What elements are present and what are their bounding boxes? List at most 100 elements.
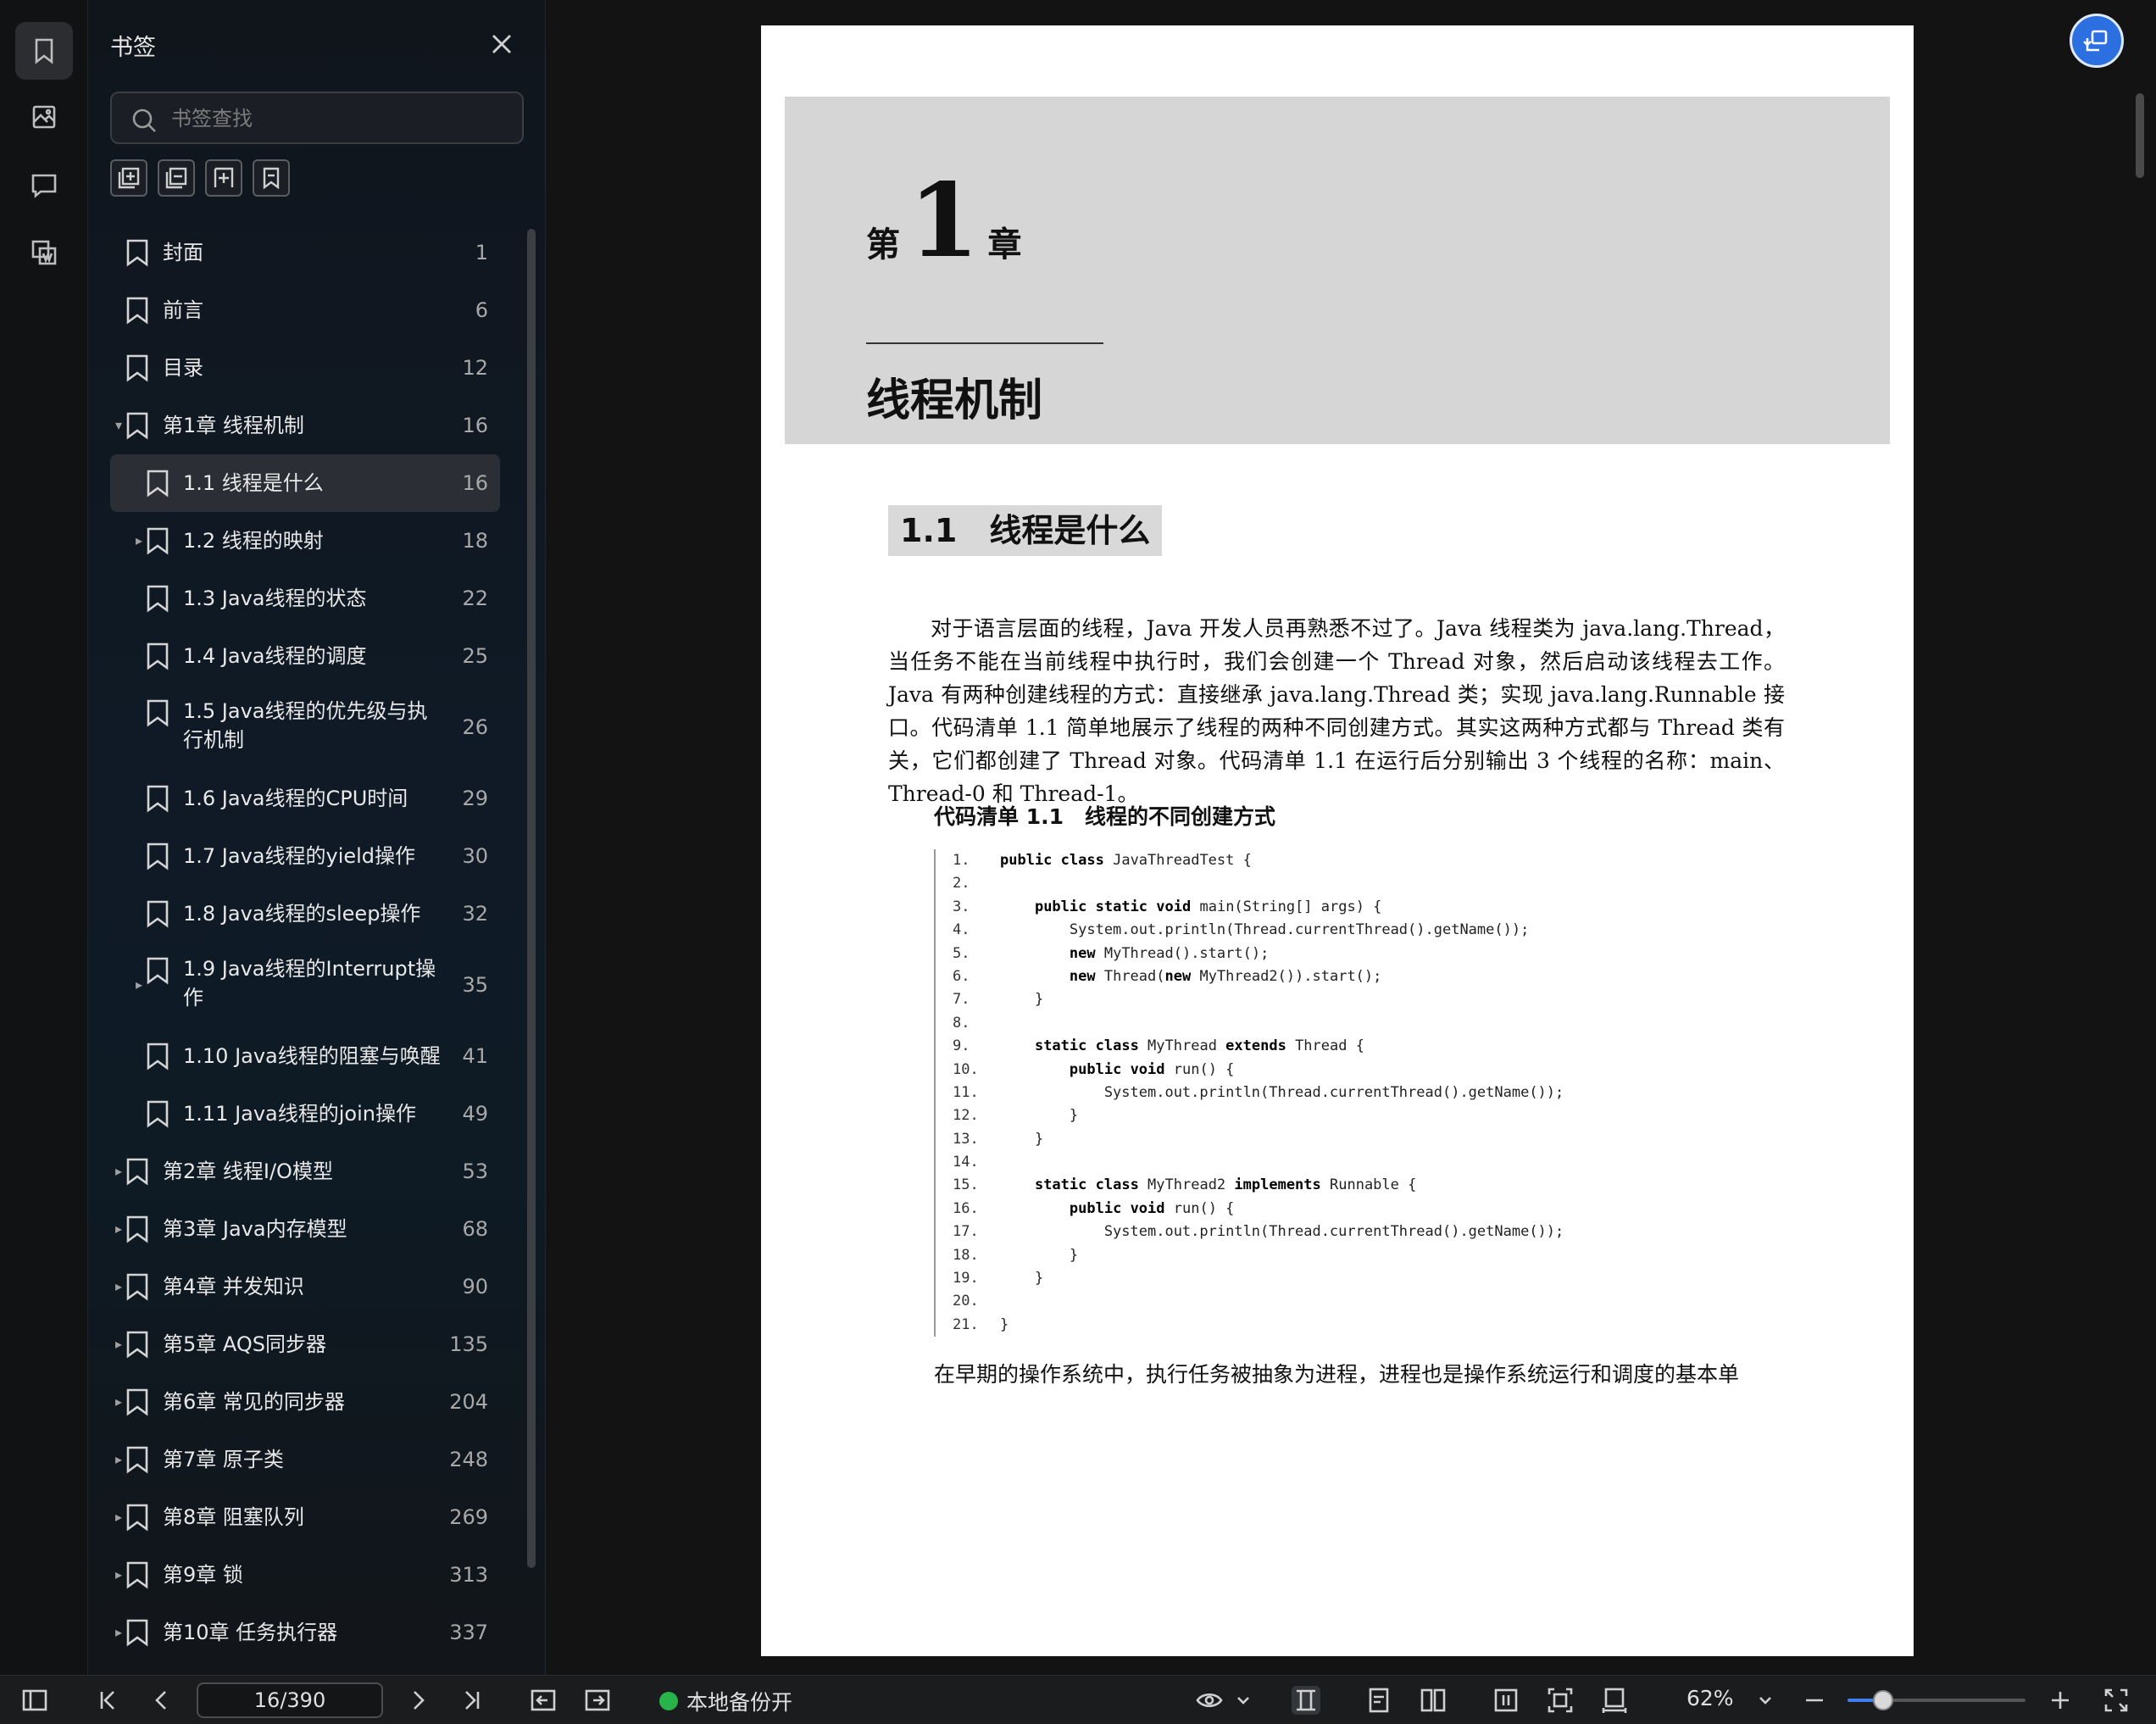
bookmark-label: 1.6 Java线程的CPU时间 [183, 787, 408, 810]
local-backup-status[interactable]: 本地备份开 [659, 1686, 792, 1716]
back-button[interactable] [529, 1686, 558, 1715]
zoom-out-button[interactable] [1800, 1686, 1829, 1715]
caret-right-icon[interactable]: ▸ [112, 1453, 125, 1466]
code-line-number: 10. [953, 1060, 979, 1078]
bookmark-item[interactable]: ▸ 第9章 锁 313 [110, 1546, 500, 1604]
bookmark-item[interactable]: 1.8 Java线程的sleep操作 32 [110, 885, 500, 943]
bookmark-item[interactable]: ▸ 1.9 Java线程的Interrupt操作 35 [110, 943, 500, 1027]
fit-width-button[interactable] [1600, 1686, 1629, 1715]
bookmark-item[interactable]: ▸ 第10章 任务执行器 337 [110, 1604, 500, 1661]
bookmark-settings-button[interactable] [253, 159, 290, 197]
bookmark-label: 第6章 常见的同步器 [163, 1390, 345, 1414]
last-page-button[interactable] [458, 1686, 486, 1715]
caret-right-icon[interactable]: ▸ [132, 534, 146, 548]
caret-right-icon[interactable]: ▸ [112, 1626, 125, 1639]
single-page-button[interactable] [1364, 1686, 1393, 1715]
code-line-number: 1. [953, 852, 970, 869]
caret-right-icon[interactable]: ▸ [112, 1395, 125, 1409]
bookmark-item[interactable]: 1.7 Java线程的yield操作 30 [110, 827, 500, 885]
fullscreen-button[interactable] [2102, 1686, 2131, 1715]
fit-height-button[interactable] [1292, 1686, 1320, 1715]
caret-right-icon[interactable]: ▸ [112, 1568, 125, 1582]
bookmark-label: 1.1 线程是什么 [183, 471, 324, 495]
bookmark-label: 第7章 原子类 [163, 1448, 284, 1471]
close-panel-button[interactable] [488, 31, 515, 58]
bookmark-item[interactable]: 目录 12 [110, 339, 500, 397]
caret-right-icon[interactable]: ▸ [112, 1337, 125, 1351]
search-icon [132, 108, 156, 132]
caret-right-icon[interactable]: ▸ [112, 1280, 125, 1293]
bookmark-item[interactable]: 前言 6 [110, 281, 500, 339]
bookmark-item[interactable]: ▸ 第5章 AQS同步器 135 [110, 1315, 500, 1373]
book-mode-button[interactable] [1492, 1686, 1520, 1715]
bookmark-item[interactable]: ▸ 第2章 线程I/O模型 53 [110, 1143, 500, 1200]
zoom-in-button[interactable] [2046, 1686, 2075, 1715]
bookmark-search-input[interactable] [171, 100, 510, 137]
bookmark-icon [125, 1560, 149, 1589]
bookmark-page-number: 6 [475, 298, 488, 322]
code-line-text: public class JavaThreadTest { [1000, 852, 1252, 869]
thumbnail-panel-button[interactable] [15, 88, 73, 146]
bookmark-item[interactable]: ▾ 第1章 线程机制 16 [110, 397, 500, 454]
bookmark-item[interactable]: ▸ 第6章 常见的同步器 204 [110, 1373, 500, 1431]
bookmark-item[interactable]: 1.11 Java线程的join操作 49 [110, 1085, 500, 1143]
bookmark-item[interactable]: 封面 1 [110, 224, 500, 281]
bookmark-item[interactable]: ▸ 第8章 阻塞队列 269 [110, 1488, 500, 1546]
document-view[interactable]: 第1 章 线程机制 1.1 线程是什么 对于语言层面的线程，Java 开发人员再熟… [546, 0, 2156, 1675]
code-line: 18. } [953, 1244, 1781, 1267]
caret-down-icon[interactable]: ▾ [112, 419, 125, 432]
next-page-button[interactable] [403, 1686, 432, 1715]
caret-right-icon[interactable]: ▸ [112, 1165, 125, 1178]
panel-scrollbar[interactable] [527, 229, 536, 1568]
comment-panel-button[interactable] [15, 156, 73, 214]
bookmark-item[interactable]: 1.10 Java线程的阻塞与唤醒 41 [110, 1027, 500, 1085]
section-heading: 1.1 线程是什么 [888, 505, 1163, 556]
caret-right-icon[interactable]: ▸ [112, 1222, 125, 1236]
view-mode-dropdown[interactable] [1229, 1686, 1258, 1715]
bookmark-item[interactable]: 1.3 Java线程的状态 22 [110, 570, 500, 627]
add-child-bookmark-button[interactable] [205, 159, 242, 197]
zoom-value[interactable]: 62% [1686, 1686, 1734, 1710]
caret-right-icon[interactable]: ▸ [132, 978, 146, 992]
sync-button[interactable] [2070, 14, 2124, 68]
view-mode-button[interactable] [1195, 1686, 1224, 1715]
bookmark-icon [146, 469, 169, 498]
body-paragraph-text: 对于语言层面的线程，Java 开发人员再熟悉不过了。Java 线程类为 java… [888, 616, 1785, 806]
bookmark-page-number: 269 [449, 1505, 488, 1529]
code-line: 8. [953, 1012, 1781, 1035]
caret-right-icon[interactable]: ▸ [112, 1510, 125, 1524]
bookmark-item[interactable]: 1.1 线程是什么 16 [110, 454, 500, 512]
attachment-panel-button[interactable] [15, 224, 73, 281]
sync-icon [2083, 30, 2108, 52]
zoom-dropdown[interactable] [1751, 1686, 1780, 1715]
page-number-input[interactable]: 16/390 [197, 1682, 383, 1718]
zoom-slider[interactable] [1848, 1690, 2025, 1710]
toggle-sidebar-button[interactable] [20, 1686, 49, 1715]
fit-page-button[interactable] [1546, 1686, 1575, 1715]
bookmark-panel-button[interactable] [15, 22, 73, 80]
bookmark-label: 1.3 Java线程的状态 [183, 587, 367, 610]
forward-button[interactable] [583, 1686, 612, 1715]
bookmark-item[interactable]: ▸ 第4章 并发知识 90 [110, 1258, 500, 1315]
code-line-number: 21. [953, 1315, 979, 1333]
remove-bookmark-icon [165, 167, 187, 189]
first-page-button[interactable] [93, 1686, 122, 1715]
previous-page-button[interactable] [147, 1686, 176, 1715]
bookmark-label: 1.4 Java线程的调度 [183, 644, 367, 668]
bookmark-item[interactable]: ▸ 第7章 原子类 248 [110, 1431, 500, 1488]
bookmark-page-number: 35 [462, 973, 488, 997]
bookmark-item[interactable]: 1.4 Java线程的调度 25 [110, 627, 500, 685]
bookmark-item[interactable]: ▸ 第3章 Java内存模型 68 [110, 1200, 500, 1258]
code-line-text: public void run() { [1069, 1199, 1235, 1217]
remove-bookmark-button[interactable] [158, 159, 195, 197]
bookmark-label: 封面 [163, 241, 203, 264]
zoom-slider-thumb[interactable] [1873, 1690, 1893, 1710]
document-scrollbar[interactable] [2136, 93, 2144, 178]
code-line-text: } [1000, 1130, 1044, 1148]
two-page-button[interactable] [1419, 1686, 1448, 1715]
bookmark-item[interactable]: 1.5 Java线程的优先级与执行机制 26 [110, 685, 500, 770]
add-bookmark-button[interactable] [110, 159, 147, 197]
bookmark-icon [125, 1388, 149, 1416]
bookmark-item[interactable]: 1.6 Java线程的CPU时间 29 [110, 770, 500, 827]
bookmark-item[interactable]: ▸ 1.2 线程的映射 18 [110, 512, 500, 570]
